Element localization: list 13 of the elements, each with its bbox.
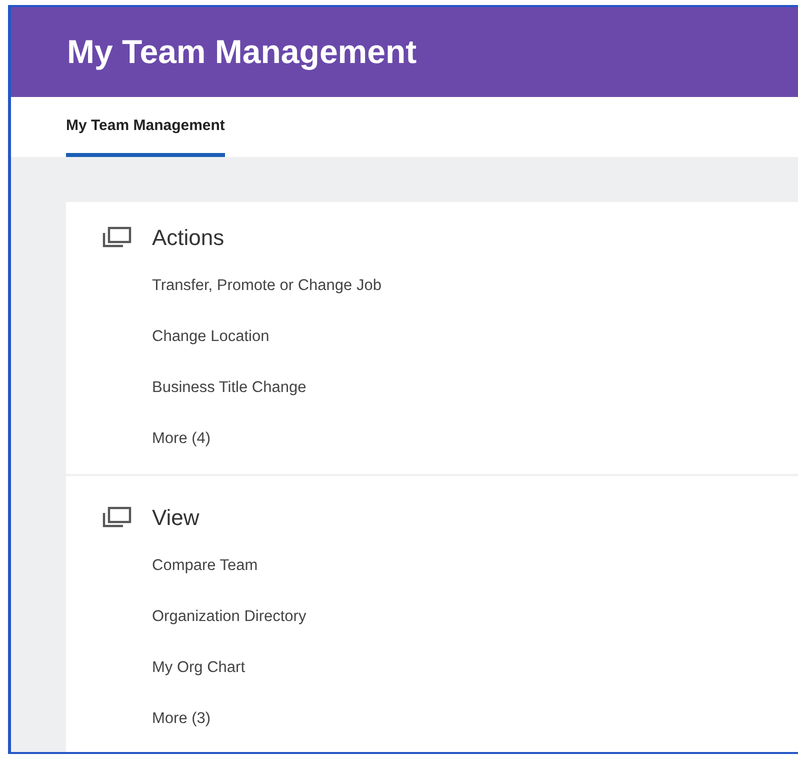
section-title: Actions xyxy=(152,224,224,252)
windows-icon xyxy=(102,506,132,528)
page-title: My Team Management xyxy=(67,32,417,72)
action-link[interactable]: More (3) xyxy=(152,693,211,744)
action-link[interactable]: My Org Chart xyxy=(152,642,246,693)
section-title: View xyxy=(152,504,200,532)
windows-icon xyxy=(102,226,132,248)
action-link[interactable]: Transfer, Promote or Change Job xyxy=(152,260,382,311)
action-link[interactable]: Organization Directory xyxy=(152,591,306,642)
action-link[interactable]: Compare Team xyxy=(152,540,258,591)
action-link[interactable]: Business Title Change xyxy=(152,362,306,413)
action-link[interactable]: Change Location xyxy=(152,311,270,362)
action-link[interactable]: More (4) xyxy=(152,413,211,464)
